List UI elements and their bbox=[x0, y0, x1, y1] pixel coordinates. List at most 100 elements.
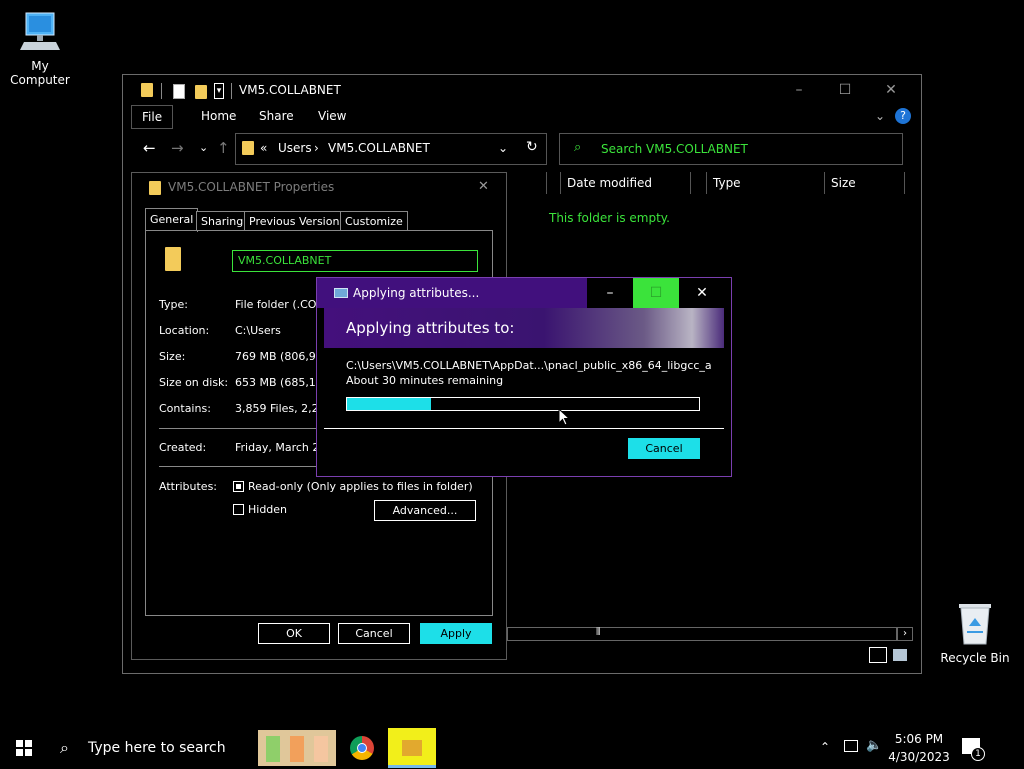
breadcrumb-users[interactable]: Users bbox=[278, 141, 312, 155]
forward-arrow-icon[interactable]: → bbox=[171, 139, 184, 157]
taskbar-search-icon: ⌕ bbox=[60, 738, 69, 757]
large-icons-view-icon[interactable] bbox=[893, 649, 907, 661]
scroll-right-arrow-icon[interactable]: › bbox=[897, 627, 913, 641]
type-value: File folder (.COLL bbox=[235, 298, 329, 311]
tab-home[interactable]: Home bbox=[191, 105, 246, 127]
apply-dialog-icon bbox=[334, 288, 348, 298]
contains-label: Contains: bbox=[159, 402, 211, 415]
tray-overflow-chevron-icon[interactable]: ⌃ bbox=[820, 740, 830, 754]
hidden-label: Hidden bbox=[248, 503, 288, 516]
maximize-button[interactable]: ☐ bbox=[833, 81, 857, 99]
properties-quick-icon[interactable] bbox=[173, 84, 185, 99]
address-folder-icon bbox=[242, 141, 254, 155]
column-header-spacer-2 bbox=[691, 172, 707, 194]
properties-close-icon[interactable]: ✕ bbox=[478, 173, 489, 201]
applying-attributes-dialog[interactable]: Applying attributes... – ☐ ✕ Applying at… bbox=[316, 277, 732, 477]
taskbar-search-placeholder: Type here to search bbox=[88, 740, 226, 756]
explorer-titlebar[interactable]: ▾ VM5.COLLABNET – ☐ ✕ bbox=[123, 75, 921, 105]
readonly-label: Read-only (Only applies to files in fold… bbox=[248, 480, 473, 493]
tab-customize[interactable]: Customize bbox=[340, 211, 408, 231]
column-header-type[interactable]: Type bbox=[707, 172, 825, 194]
properties-folder-icon bbox=[149, 181, 161, 195]
breadcrumb-separator: › bbox=[314, 141, 319, 155]
breadcrumb-current[interactable]: VM5.COLLABNET bbox=[328, 141, 430, 155]
search-placeholder: Search VM5.COLLABNET bbox=[601, 142, 748, 156]
recycle-bin-desktop-icon[interactable]: Recycle Bin bbox=[935, 600, 1015, 665]
apply-time-remaining: About 30 minutes remaining bbox=[346, 374, 504, 387]
explorer-title: VM5.COLLABNET bbox=[239, 83, 341, 97]
new-folder-quick-icon[interactable] bbox=[195, 85, 207, 99]
tab-general[interactable]: General bbox=[145, 208, 199, 232]
ribbon-expand-chevron-icon[interactable]: ⌄ bbox=[875, 109, 885, 123]
apply-current-path: C:\Users\VM5.COLLABNET\AppDat...\pnacl_p… bbox=[346, 359, 712, 372]
search-icon: ⌕ bbox=[574, 140, 582, 155]
tab-file[interactable]: File bbox=[131, 105, 174, 129]
recycle-bin-icon bbox=[959, 604, 991, 645]
recycle-bin-label: Recycle Bin bbox=[940, 651, 1010, 665]
close-button[interactable]: ✕ bbox=[879, 81, 903, 99]
size-on-disk-label: Size on disk: bbox=[159, 376, 229, 389]
apply-heading: Applying attributes to: bbox=[346, 319, 515, 337]
size-label: Size: bbox=[159, 350, 186, 363]
apply-minimize-button[interactable]: – bbox=[587, 278, 633, 308]
address-bar[interactable]: « Users › VM5.COLLABNET ⌄ ↻ bbox=[235, 133, 547, 165]
advanced-button[interactable]: Advanced... bbox=[374, 500, 476, 521]
attributes-label: Attributes: bbox=[159, 480, 218, 493]
tab-share[interactable]: Share bbox=[249, 105, 304, 127]
apply-divider bbox=[324, 428, 724, 429]
apply-header-banner: Applying attributes to: bbox=[324, 308, 724, 348]
notification-count-badge: 1 bbox=[971, 747, 985, 761]
details-view-icon[interactable] bbox=[869, 647, 887, 663]
file-explorer-taskbar-icon[interactable] bbox=[388, 728, 436, 768]
task-view-drinks-icon[interactable] bbox=[258, 730, 336, 766]
help-icon[interactable]: ? bbox=[895, 108, 911, 124]
folder-icon bbox=[141, 83, 153, 97]
mouse-cursor-icon bbox=[558, 408, 570, 426]
notification-center-icon[interactable]: 1 bbox=[962, 738, 985, 761]
readonly-checkbox[interactable] bbox=[233, 481, 244, 492]
chrome-icon[interactable] bbox=[350, 736, 374, 760]
location-label: Location: bbox=[159, 324, 210, 337]
properties-title: VM5.COLLABNET Properties bbox=[168, 180, 335, 194]
horizontal-scrollbar[interactable]: ⦀ bbox=[507, 627, 897, 641]
my-computer-desktop-icon[interactable]: My Computer bbox=[0, 10, 80, 87]
apply-dialog-title: Applying attributes... bbox=[353, 286, 480, 300]
apply-button[interactable]: Apply bbox=[420, 623, 492, 644]
computer-icon bbox=[20, 12, 60, 50]
qat-customize-dropdown-icon[interactable]: ▾ bbox=[214, 83, 224, 99]
network-icon[interactable] bbox=[844, 740, 858, 752]
recent-locations-chevron-icon[interactable]: ⌄ bbox=[199, 141, 208, 154]
address-dropdown-chevron-icon[interactable]: ⌄ bbox=[498, 141, 508, 155]
tab-previous-versions[interactable]: Previous Versions bbox=[244, 211, 351, 231]
column-header-spacer bbox=[547, 172, 561, 194]
search-input[interactable]: ⌕ Search VM5.COLLABNET bbox=[559, 133, 903, 165]
hidden-checkbox[interactable] bbox=[233, 504, 244, 515]
column-header-size[interactable]: Size bbox=[825, 172, 905, 194]
qat-separator-2 bbox=[231, 83, 232, 99]
tab-sharing[interactable]: Sharing bbox=[196, 211, 249, 231]
column-header-date-modified[interactable]: Date modified bbox=[561, 172, 691, 194]
refresh-icon[interactable]: ↻ bbox=[526, 139, 538, 155]
breadcrumb-overflow[interactable]: « bbox=[260, 141, 267, 155]
folder-name-field[interactable]: VM5.COLLABNET bbox=[232, 250, 478, 272]
apply-cancel-button[interactable]: Cancel bbox=[628, 438, 700, 459]
empty-folder-message: This folder is empty. bbox=[549, 211, 670, 225]
taskbar-search-box[interactable]: ⌕ Type here to search bbox=[48, 728, 256, 768]
volume-icon[interactable]: 🔈 bbox=[866, 738, 882, 753]
start-windows-icon[interactable] bbox=[16, 740, 32, 756]
tab-view[interactable]: View bbox=[308, 105, 356, 127]
ok-button[interactable]: OK bbox=[258, 623, 330, 644]
type-label: Type: bbox=[159, 298, 188, 311]
cancel-button[interactable]: Cancel bbox=[338, 623, 410, 644]
taskbar-date[interactable]: 4/30/2023 bbox=[888, 750, 950, 764]
minimize-button[interactable]: – bbox=[787, 81, 811, 99]
taskbar-time[interactable]: 5:06 PM bbox=[888, 732, 950, 746]
apply-titlebar[interactable]: Applying attributes... bbox=[317, 278, 587, 308]
apply-maximize-button[interactable]: ☐ bbox=[633, 278, 679, 308]
apply-close-button[interactable]: ✕ bbox=[679, 278, 725, 308]
properties-titlebar[interactable]: VM5.COLLABNET Properties ✕ bbox=[132, 173, 506, 201]
column-header-name[interactable] bbox=[507, 172, 547, 194]
created-label: Created: bbox=[159, 441, 207, 454]
back-arrow-icon[interactable]: ← bbox=[143, 139, 156, 157]
up-arrow-icon[interactable]: ↑ bbox=[217, 139, 230, 157]
